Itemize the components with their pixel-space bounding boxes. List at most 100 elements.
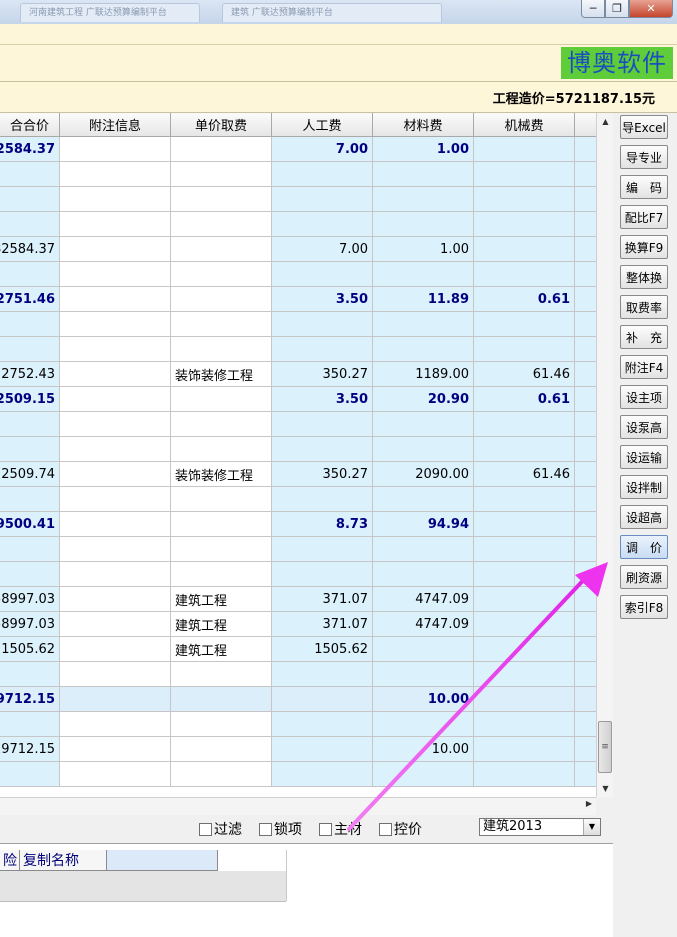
table-cell[interactable] [60,137,171,162]
table-cell[interactable] [575,712,596,737]
table-cell[interactable]: 11.89 [373,287,474,312]
column-header[interactable]: 单价取费 [171,113,272,137]
table-cell[interactable] [60,512,171,537]
table-cell[interactable]: 19712.15 [0,737,60,762]
table-cell[interactable]: 94.94 [373,512,474,537]
table-cell[interactable]: 1.00 [373,137,474,162]
table-cell[interactable] [60,387,171,412]
side-button[interactable]: 设运输 [620,445,668,469]
scroll-up-icon[interactable]: ▲ [597,113,614,130]
table-cell[interactable] [474,237,575,262]
table-cell[interactable] [60,412,171,437]
horizontal-scrollbar[interactable]: ▶ [0,797,596,815]
table-cell[interactable] [575,462,596,487]
table-cell[interactable] [0,562,60,587]
table-cell[interactable] [171,237,272,262]
table-cell[interactable] [272,737,373,762]
filter-checkbox[interactable]: 过滤 [199,819,242,839]
side-button[interactable]: 配比F7 [620,205,668,229]
table-cell[interactable]: 2090.00 [373,462,474,487]
table-cell[interactable] [60,437,171,462]
side-button[interactable]: 调 价 [620,535,668,559]
table-cell[interactable] [373,162,474,187]
table-cell[interactable] [272,337,373,362]
table-cell[interactable] [575,187,596,212]
table-cell[interactable] [60,487,171,512]
table-cell[interactable] [272,262,373,287]
table-cell[interactable] [171,212,272,237]
table-cell[interactable] [474,187,575,212]
table-cell[interactable] [474,262,575,287]
table-cell[interactable] [0,162,60,187]
table-cell[interactable] [575,662,596,687]
table-cell[interactable] [474,437,575,462]
table-cell[interactable] [60,637,171,662]
table-cell[interactable]: 61.46 [474,362,575,387]
table-cell[interactable] [373,312,474,337]
table-cell[interactable] [474,737,575,762]
table-cell[interactable] [575,687,596,712]
table-cell[interactable] [0,762,60,787]
table-cell[interactable] [60,537,171,562]
table-cell[interactable] [60,187,171,212]
side-button[interactable]: 取费率 [620,295,668,319]
table-cell[interactable]: 2751.46 [0,287,60,312]
table-cell[interactable]: 建筑工程 [171,637,272,662]
table-cell[interactable] [171,337,272,362]
table-cell[interactable]: 9500.41 [0,512,60,537]
table-cell[interactable] [171,712,272,737]
table-cell[interactable] [171,487,272,512]
table-cell[interactable] [0,262,60,287]
table-cell[interactable] [373,762,474,787]
table-cell[interactable] [575,737,596,762]
table-cell[interactable] [171,412,272,437]
table-cell[interactable] [272,437,373,462]
table-cell[interactable] [373,712,474,737]
column-header[interactable]: 材料费 [373,113,474,137]
table-cell[interactable]: 1505.62 [272,637,373,662]
table-cell[interactable]: 350.27 [272,462,373,487]
table-cell[interactable] [272,187,373,212]
table-cell[interactable] [474,537,575,562]
column-header[interactable]: 机械费 [474,113,575,137]
table-cell[interactable] [474,487,575,512]
price-control-checkbox[interactable]: 控价 [379,819,422,839]
table-cell[interactable] [575,762,596,787]
table-cell[interactable] [575,437,596,462]
table-cell[interactable]: 装饰装修工程 [171,362,272,387]
table-cell[interactable]: 20.90 [373,387,474,412]
table-cell[interactable]: 4747.09 [373,612,474,637]
table-cell[interactable] [474,337,575,362]
table-cell[interactable]: 1505.62 [0,637,60,662]
table-cell[interactable] [575,137,596,162]
table-cell[interactable]: 装饰装修工程 [171,462,272,487]
table-cell[interactable] [272,562,373,587]
table-cell[interactable]: 2752.43 [0,362,60,387]
table-cell[interactable] [373,187,474,212]
side-button[interactable]: 刷资源 [620,565,668,589]
side-button[interactable]: 设超高 [620,505,668,529]
table-cell[interactable] [272,162,373,187]
close-button[interactable]: ✕ [629,0,673,18]
bottom-table-row[interactable] [0,871,286,902]
table-cell[interactable] [272,312,373,337]
table-cell[interactable] [60,737,171,762]
table-cell[interactable] [575,162,596,187]
table-cell[interactable] [171,512,272,537]
table-cell[interactable] [575,612,596,637]
profile-select[interactable]: 建筑2013 ▼ [479,818,601,836]
table-cell[interactable] [474,587,575,612]
table-cell[interactable] [575,637,596,662]
table-cell[interactable] [272,537,373,562]
table-cell[interactable] [272,687,373,712]
budget-grid[interactable]: 合合价附注信息单价取费人工费材料费机械费2584.377.001.0082584… [0,113,596,797]
table-cell[interactable] [60,562,171,587]
side-button[interactable]: 整体换 [620,265,668,289]
table-cell[interactable] [373,337,474,362]
table-cell[interactable]: 3.50 [272,287,373,312]
side-button[interactable]: 编 码 [620,175,668,199]
table-cell[interactable] [272,712,373,737]
side-button[interactable]: 设主项 [620,385,668,409]
table-cell[interactable]: 3.50 [272,387,373,412]
table-cell[interactable] [575,362,596,387]
